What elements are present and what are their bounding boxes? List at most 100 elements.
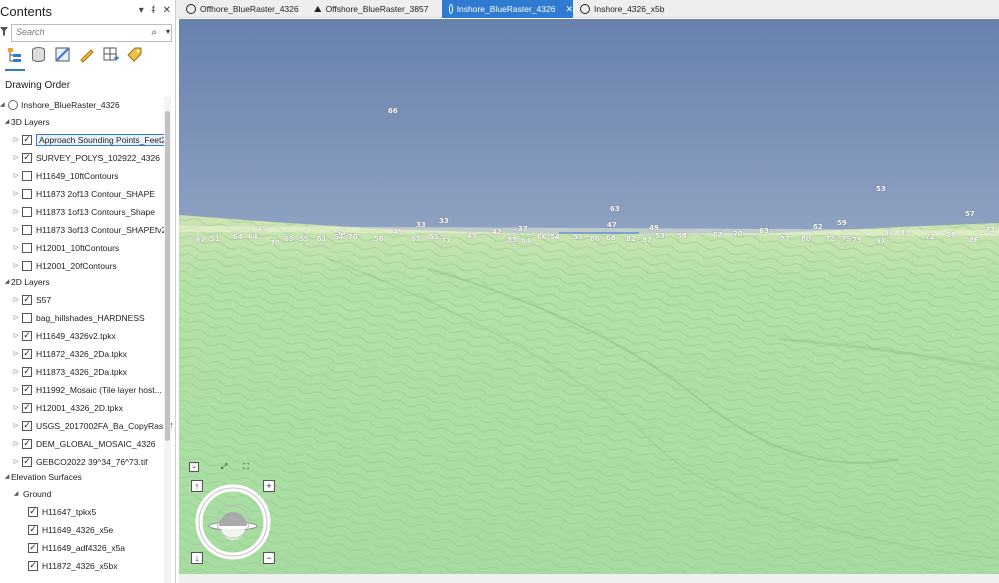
expand-arrow-icon[interactable]: ▷ bbox=[12, 296, 20, 303]
layer-item[interactable]: ▷ ✓ USGS_2017002FA_Ba_CopyRas.tif bbox=[12, 417, 172, 434]
navigator-control[interactable]: ⌄ ⤢ ⛶ ↑ + ↓ − bbox=[189, 460, 281, 570]
expand-arrow-icon[interactable]: ▷ bbox=[12, 244, 20, 251]
list-by-labeling-icon[interactable] bbox=[126, 46, 143, 63]
expand-arrow-icon[interactable]: ▷ bbox=[12, 172, 20, 179]
visibility-checkbox[interactable]: ✓ bbox=[22, 456, 32, 467]
layer-item[interactable]: ▷ H12001_20fContours bbox=[12, 257, 117, 274]
layer-item[interactable]: ▷ bag_hillshades_HARDNESS bbox=[12, 309, 145, 326]
list-by-editing-icon[interactable] bbox=[78, 46, 95, 63]
visibility-checkbox[interactable] bbox=[22, 312, 32, 323]
visibility-checkbox[interactable] bbox=[22, 188, 32, 199]
layer-item[interactable]: ▷ H11873 2of13 Contour_SHAPE bbox=[12, 185, 155, 202]
layer-item[interactable]: ✓ H11649_adf4326_x5a bbox=[26, 539, 125, 556]
expand-arrow-icon[interactable]: ◢ bbox=[3, 473, 11, 480]
arcgis-pro-window: Contents ▾ ᵮ ✕ Search ⌕ ▾ Drawing Order … bbox=[0, 0, 999, 583]
layer-item[interactable]: ▷ H11649_10ftContours bbox=[12, 167, 119, 184]
visibility-checkbox[interactable]: ✓ bbox=[22, 438, 32, 449]
collapse-arrow-icon[interactable]: ◢ bbox=[0, 101, 5, 108]
terrain-surface[interactable] bbox=[179, 19, 999, 583]
tab-inshore-4326-x5b[interactable]: Inshore_4326_x5b bbox=[573, 0, 683, 18]
expand-arrow-icon[interactable]: ◢ bbox=[3, 118, 11, 125]
search-dropdown-icon[interactable]: ▾ bbox=[166, 27, 170, 36]
navigator-menu-icon[interactable]: ⌄ bbox=[189, 462, 199, 472]
layer-item[interactable]: ▷ ✓ H11873_4326_2Da.tpkx bbox=[12, 363, 127, 380]
list-by-snapping-icon[interactable] bbox=[102, 46, 119, 63]
visibility-checkbox[interactable]: ✓ bbox=[22, 294, 32, 305]
visibility-checkbox[interactable] bbox=[22, 206, 32, 217]
visibility-checkbox[interactable]: ✓ bbox=[28, 560, 38, 571]
expand-arrow-icon[interactable]: ▷ bbox=[12, 136, 20, 143]
layer-item[interactable]: ▷ ✓ H11992_Mosaic (Tile layer host... bbox=[12, 381, 162, 398]
filter-icon[interactable] bbox=[0, 27, 8, 37]
layer-item[interactable]: ▷ ✓ H11872_4326_2Da.tpkx bbox=[12, 345, 127, 362]
list-by-selection-icon[interactable] bbox=[54, 46, 71, 63]
expand-arrow-icon[interactable]: ◢ bbox=[3, 278, 11, 285]
visibility-checkbox[interactable]: ✓ bbox=[28, 542, 38, 553]
map-node[interactable]: ◢ Inshore_BlueRaster_4326 bbox=[0, 96, 120, 113]
expand-arrow-icon[interactable]: ▷ bbox=[12, 386, 20, 393]
visibility-checkbox[interactable]: ✓ bbox=[28, 506, 38, 517]
expand-arrow-icon[interactable]: ▷ bbox=[12, 332, 20, 339]
layer-item[interactable]: ▷ H11873 3of13 Contour_SHAPEfv2 bbox=[12, 221, 166, 238]
layer-item[interactable]: ✓ H11647_tpkx5 bbox=[26, 503, 96, 520]
search-icon[interactable]: ⌕ bbox=[151, 27, 157, 38]
tab-inshore-blueraster-4326[interactable]: Inshore_BlueRaster_4326 ✕ bbox=[442, 0, 573, 18]
expand-arrow-icon[interactable]: ▷ bbox=[12, 350, 20, 357]
scrollbar-thumb[interactable] bbox=[165, 111, 170, 441]
layer-item[interactable]: ✓ H11872_4326_x5bx bbox=[26, 557, 117, 574]
list-by-drawing-order-icon[interactable] bbox=[6, 46, 23, 63]
full-extent-icon[interactable]: ⤢ bbox=[219, 462, 229, 472]
layer-item[interactable]: ▷ H12001_10ftContours bbox=[12, 239, 119, 256]
visibility-checkbox[interactable] bbox=[22, 170, 32, 181]
pane-options-icon[interactable]: ▾ bbox=[139, 5, 144, 16]
sounding-label: 61 bbox=[317, 235, 327, 243]
pin-icon[interactable]: ᵮ bbox=[152, 5, 155, 16]
visibility-checkbox[interactable]: ✓ bbox=[22, 384, 32, 395]
expand-arrow-icon[interactable]: ▷ bbox=[12, 154, 20, 161]
tab-offshore-blueraster-3857[interactable]: ⛰ Offshore_BlueRaster_3857 bbox=[307, 0, 443, 18]
visibility-checkbox[interactable]: ✓ bbox=[22, 330, 32, 341]
layer-item[interactable]: ▷ H11873 1of13 Contours_Shape bbox=[12, 203, 155, 220]
group-3d-layers[interactable]: ◢ 3D Layers bbox=[3, 113, 50, 130]
vertical-scrollbar[interactable] bbox=[164, 97, 171, 583]
layer-item[interactable]: ▷ ✓ S57 bbox=[12, 291, 51, 308]
navigation-wheel[interactable] bbox=[193, 482, 273, 562]
visibility-checkbox[interactable] bbox=[22, 242, 32, 253]
expand-arrow-icon[interactable]: ◢ bbox=[12, 490, 20, 497]
group-ground[interactable]: ◢ Ground bbox=[12, 485, 52, 502]
expand-arrow-icon[interactable]: ▷ bbox=[12, 422, 20, 429]
expand-arrow-icon[interactable]: ▷ bbox=[12, 314, 20, 321]
expand-arrow-icon[interactable]: ▷ bbox=[12, 458, 20, 465]
layer-item[interactable]: ▷ ✓ DEM_GLOBAL_MOSAIC_4326 bbox=[12, 435, 156, 452]
expand-arrow-icon[interactable]: ▷ bbox=[12, 190, 20, 197]
group-elevation-surfaces[interactable]: ◢ Elevation Surfaces bbox=[3, 468, 82, 485]
visibility-checkbox[interactable]: ✓ bbox=[22, 134, 32, 145]
group-2d-layers[interactable]: ◢ 2D Layers bbox=[3, 273, 50, 290]
navigator-mode-icon[interactable]: ⛶ bbox=[241, 462, 251, 472]
expand-arrow-icon[interactable]: ▷ bbox=[12, 208, 20, 215]
list-by-data-source-icon[interactable] bbox=[30, 46, 47, 63]
expand-arrow-icon[interactable]: ▷ bbox=[12, 262, 20, 269]
3d-scene-view[interactable]: 66 53 57 63 47 49 33 33 37 42 45 45 54 62 59 81 83 73 72 68… bbox=[179, 19, 999, 583]
layer-item[interactable]: ✓ H11649_4326_x5e bbox=[26, 521, 113, 538]
close-tab-icon[interactable]: ✕ bbox=[565, 4, 573, 15]
visibility-checkbox[interactable] bbox=[22, 224, 32, 235]
layer-item[interactable]: ▷ ✓ Approach Sounding Points_Feet2 bbox=[12, 131, 170, 148]
visibility-checkbox[interactable]: ✓ bbox=[22, 152, 32, 163]
visibility-checkbox[interactable]: ✓ bbox=[22, 366, 32, 377]
expand-arrow-icon[interactable]: ▷ bbox=[12, 226, 20, 233]
visibility-checkbox[interactable]: ✓ bbox=[22, 348, 32, 359]
tab-offhore-blueraster-4326[interactable]: Offhore_BlueRaster_4326 bbox=[179, 0, 311, 18]
expand-arrow-icon[interactable]: ▷ bbox=[12, 404, 20, 411]
layer-item[interactable]: ▷ ✓ SURVEY_POLYS_102922_4326 bbox=[12, 149, 160, 166]
expand-arrow-icon[interactable]: ▷ bbox=[12, 440, 20, 447]
visibility-checkbox[interactable] bbox=[22, 260, 32, 271]
visibility-checkbox[interactable]: ✓ bbox=[22, 420, 32, 431]
visibility-checkbox[interactable]: ✓ bbox=[28, 524, 38, 535]
layer-item[interactable]: ▷ ✓ H11649_4326v2.tpkx bbox=[12, 327, 116, 344]
close-icon[interactable]: ✕ bbox=[163, 5, 171, 16]
visibility-checkbox[interactable]: ✓ bbox=[22, 402, 32, 413]
layer-item[interactable]: ▷ ✓ H12001_4326_2D.tpkx bbox=[12, 399, 123, 416]
search-input[interactable]: Search bbox=[11, 24, 172, 42]
expand-arrow-icon[interactable]: ▷ bbox=[12, 368, 20, 375]
